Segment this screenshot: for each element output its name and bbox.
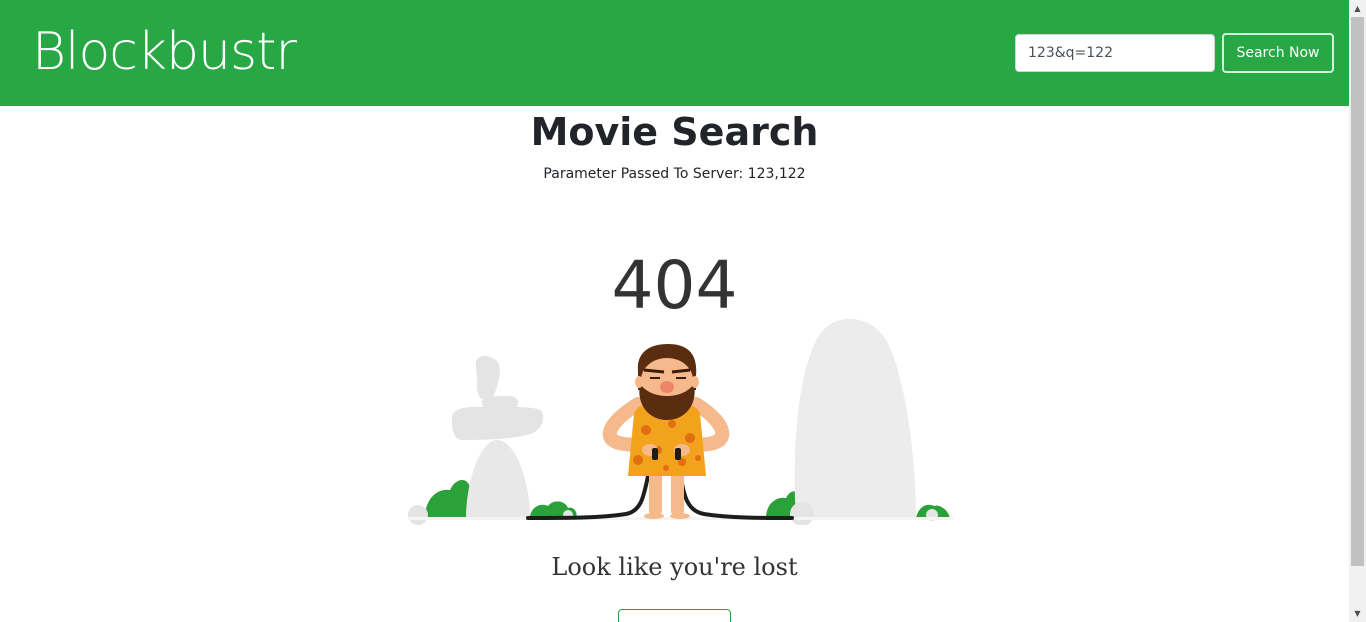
caveman-ear-left [635, 376, 643, 388]
go-home-button[interactable] [618, 609, 731, 622]
pebble-left [408, 505, 428, 525]
plug-left [652, 448, 658, 460]
search-input[interactable] [1015, 34, 1215, 72]
caveman-foot-left [644, 513, 664, 519]
lost-message: Look like you're lost [551, 553, 798, 581]
caveman-ear-right [691, 376, 699, 388]
brand-logo[interactable]: Blockbustr [32, 16, 297, 88]
caveman-leg-right [671, 470, 684, 516]
caveman-foot-right [670, 513, 690, 519]
plug-right [675, 448, 681, 460]
caveman-nose [660, 381, 674, 393]
parameter-text: Parameter Passed To Server: 123,122 [543, 166, 806, 182]
rock-stack-top [475, 356, 500, 400]
caveman-illustration [408, 318, 953, 525]
rock-large-right [794, 318, 916, 518]
pebble-right [790, 502, 814, 525]
navbar: Blockbustr Search Now [0, 0, 1349, 106]
page-title: Movie Search [530, 110, 819, 154]
caveman-leg-left [649, 470, 662, 516]
search-now-button[interactable]: Search Now [1222, 33, 1334, 73]
scroll-up-arrow-icon[interactable]: ▲ [1349, 0, 1366, 17]
rock-stack-base [466, 440, 530, 518]
scroll-down-arrow-icon[interactable]: ▼ [1349, 605, 1366, 622]
scrollbar-thumb[interactable] [1351, 17, 1364, 566]
rock-stack-middle [451, 406, 544, 440]
vertical-scrollbar[interactable]: ▲ ▼ [1349, 0, 1366, 622]
